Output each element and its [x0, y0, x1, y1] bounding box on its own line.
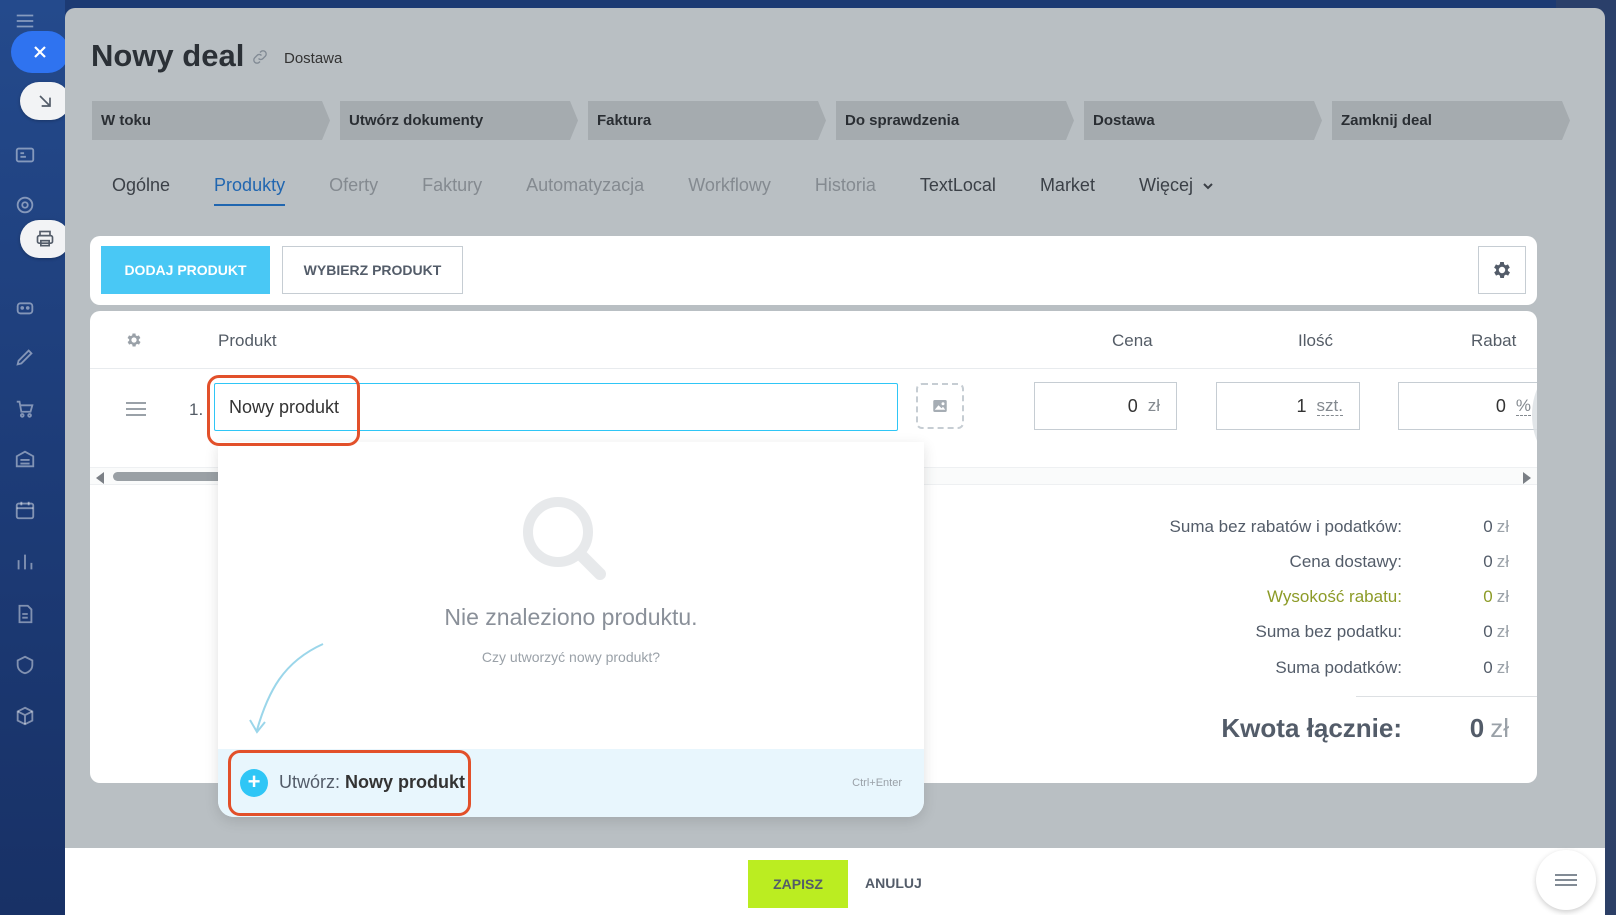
minimize-button[interactable] [20, 82, 70, 120]
close-icon [34, 46, 46, 58]
delivery-price-label: Cena dostawy: [1289, 552, 1402, 571]
contact-card-icon[interactable] [12, 142, 38, 168]
sum-without-tax-label: Suma bez podatku: [1255, 622, 1402, 641]
price-currency: zł [1147, 396, 1160, 415]
hint-arrow-icon [249, 643, 324, 734]
list-menu-button[interactable] [1536, 850, 1596, 910]
tax-sum-label: Suma podatków: [1275, 658, 1402, 677]
stage-item[interactable]: Zamknij deal [1332, 101, 1570, 140]
chart-icon[interactable] [12, 549, 38, 575]
tax-sum-value: 0 zł [1483, 658, 1509, 677]
deal-stage-label: Dostawa [284, 50, 343, 67]
tab-more-label: Więcej [1138, 175, 1193, 195]
scroll-right-arrow-icon[interactable] [1523, 472, 1531, 484]
discount-unit[interactable]: % [1515, 396, 1531, 416]
column-product: Produkt [218, 331, 277, 350]
tab-general[interactable]: Ogólne [112, 175, 170, 206]
quantity-value: 1 [1296, 395, 1307, 416]
tab-automation[interactable]: Automatyzacja [526, 175, 644, 206]
printer-icon [36, 230, 54, 247]
arrow-down-right-icon [39, 95, 51, 107]
cancel-button[interactable]: ANULUJ [865, 875, 922, 891]
price-value: 0 [1127, 395, 1138, 416]
totals-divider [1356, 696, 1537, 697]
stage-item[interactable]: Utwórz dokumenty [340, 101, 578, 140]
create-option-highlight [228, 750, 471, 816]
choose-product-button[interactable]: WYBIERZ PRODUKT [282, 246, 463, 294]
grid-header: Produkt Cena Ilość Rabat [90, 311, 1537, 369]
tab-offers[interactable]: Oferty [329, 175, 378, 206]
calendar-icon[interactable] [12, 497, 38, 523]
grand-total-value: 0 zł [1469, 713, 1509, 743]
stage-item[interactable]: Dostawa [1084, 101, 1322, 140]
settings-button[interactable] [1478, 246, 1526, 294]
delivery-price-value: 0 zł [1483, 552, 1509, 571]
tab-more[interactable]: Więcej [1139, 175, 1215, 206]
no-results-text: Nie znaleziono produktu. [444, 604, 698, 630]
discount-value: 0 [1495, 395, 1506, 416]
shield-icon[interactable] [12, 652, 38, 678]
tab-workflows[interactable]: Workflowy [688, 175, 771, 206]
gear-icon [1494, 262, 1510, 278]
print-button[interactable] [20, 220, 70, 258]
target-icon[interactable] [12, 192, 38, 218]
document-icon[interactable] [12, 601, 38, 627]
stage-bar: W toku Utwórz dokumenty Faktura Do spraw… [92, 101, 1580, 140]
stage-item[interactable]: Faktura [588, 101, 826, 140]
tab-textlocal[interactable]: TextLocal [920, 175, 996, 206]
chevron-down-icon [1203, 182, 1213, 189]
save-button[interactable]: ZAPISZ [748, 860, 848, 908]
search-icon [520, 494, 610, 584]
grand-total-label: Kwota łącznie: [1221, 713, 1402, 743]
robot-icon[interactable] [12, 294, 38, 320]
pencil-icon[interactable] [12, 344, 38, 370]
sum-without-tax-value: 0 zł [1483, 622, 1509, 641]
input-highlight [207, 375, 360, 446]
row-number: 1. [189, 400, 204, 419]
app-sidebar [0, 0, 70, 915]
box-icon[interactable] [12, 703, 38, 729]
close-slider-button[interactable] [11, 31, 69, 73]
column-settings-icon[interactable] [125, 331, 143, 349]
product-image-button[interactable] [916, 383, 964, 429]
discount-amount-label: Wysokość rabatu: [1267, 587, 1402, 606]
add-product-button[interactable]: DODAJ PRODUKT [101, 246, 270, 294]
action-bar: ZAPISZ ANULUJ [65, 848, 1605, 915]
stage-item[interactable]: Do sprawdzenia [836, 101, 1074, 140]
price-input[interactable]: 0 zł [1034, 382, 1177, 430]
list-icon [1555, 871, 1577, 889]
tab-market[interactable]: Market [1040, 175, 1095, 206]
products-toolbar: DODAJ PRODUKT WYBIERZ PRODUKT [90, 236, 1537, 305]
discount-amount-value: 0 zł [1483, 587, 1509, 606]
deal-tabs: Ogólne Produkty Oferty Faktury Automatyz… [112, 175, 1259, 206]
subtotal-value: 0 zł [1483, 517, 1509, 536]
drag-handle-icon[interactable] [126, 402, 146, 420]
scroll-left-arrow-icon[interactable] [96, 472, 104, 484]
tab-products[interactable]: Produkty [214, 175, 286, 206]
subtotal-label: Suma bez rabatów i podatków: [1169, 517, 1402, 536]
quantity-unit[interactable]: szt. [1316, 396, 1343, 416]
tab-history[interactable]: Historia [815, 175, 876, 206]
quantity-input[interactable]: 1 szt. [1216, 382, 1360, 430]
column-quantity: Ilość [1298, 331, 1333, 350]
link-icon[interactable] [251, 48, 269, 66]
page-title: Nowy deal [91, 38, 245, 73]
discount-input[interactable]: 0 % [1398, 382, 1537, 430]
scrollbar-thumb[interactable] [113, 472, 223, 481]
cart-icon[interactable] [12, 396, 38, 422]
warehouse-icon[interactable] [12, 446, 38, 472]
tab-invoices[interactable]: Faktury [422, 175, 482, 206]
image-icon [933, 400, 947, 412]
stage-item[interactable]: W toku [92, 101, 330, 140]
column-price: Cena [1112, 331, 1153, 350]
column-discount: Rabat [1471, 331, 1517, 350]
keyboard-shortcut-hint: Ctrl+Enter [852, 777, 902, 789]
